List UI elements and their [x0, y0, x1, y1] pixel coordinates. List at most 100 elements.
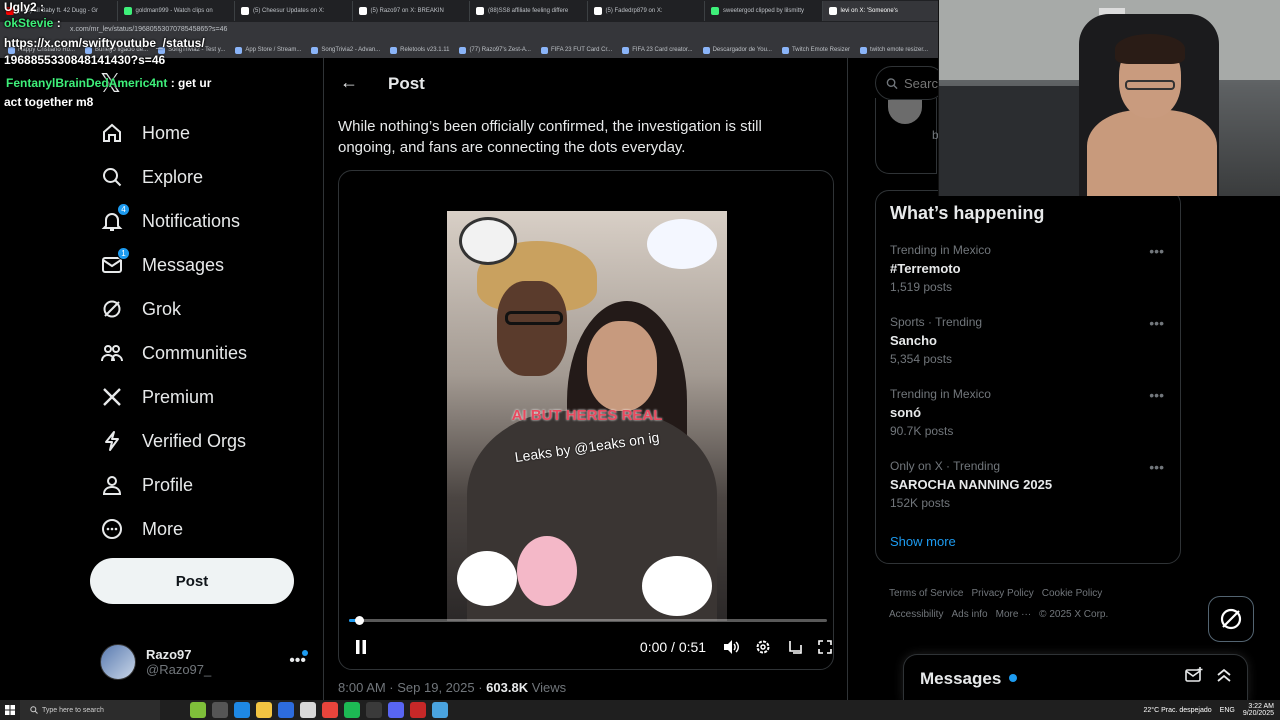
tweet-timestamp[interactable]: 8:00 AM · Sep 19, 2025 · [338, 680, 486, 695]
notification-dot [1009, 674, 1017, 682]
bookmark-item[interactable]: Descargador de You... [702, 46, 772, 54]
fullscreen-icon[interactable] [815, 635, 833, 659]
taskbar-search[interactable]: Type here to search [20, 700, 160, 720]
taskbar-apps [190, 702, 448, 718]
home-icon [100, 121, 124, 145]
taskbar-app-icon[interactable] [212, 702, 228, 718]
tweet-meta: 8:00 AM · Sep 19, 2025 · 603.8K Views [338, 680, 566, 695]
chevrons-up-icon[interactable] [1216, 667, 1232, 688]
grok-floating-button[interactable] [1208, 596, 1254, 642]
account-switcher[interactable]: Razo97 @Razo97_ ••• [100, 642, 310, 682]
taskbar-app-icon[interactable] [278, 702, 294, 718]
browser-tab[interactable]: goldman999 - Watch clips on [118, 1, 235, 21]
bookmark-item[interactable]: FIFA 23 FUT Card Cr... [540, 46, 613, 54]
clock[interactable]: 3:22 AM 9/20/2025 [1243, 703, 1274, 717]
avatar[interactable] [888, 100, 922, 124]
url-text[interactable]: x.com/mr_lev/status/1968055307078545865?… [70, 26, 227, 33]
nav-item-messages[interactable]: 1 Messages [100, 243, 310, 287]
browser-tab[interactable]: (88)SS8 affiliate feeling differe [470, 1, 588, 21]
footer-link[interactable]: Ads info [951, 609, 987, 620]
more-dots-icon[interactable]: ••• [1149, 387, 1164, 403]
taskbar-app-icon[interactable] [366, 702, 382, 718]
messages-drawer[interactable]: Messages [903, 654, 1248, 702]
language-indicator[interactable]: ENG [1220, 707, 1235, 714]
back-arrow-icon[interactable]: ← [340, 72, 358, 93]
video-progress-bar[interactable] [349, 616, 827, 625]
nav-item-verified-orgs[interactable]: Verified Orgs [100, 419, 310, 463]
bookmark-item[interactable]: Twitch Emote Resizer [781, 46, 850, 54]
browser-tab[interactable]: (5) Fadedrp879 on X: [588, 1, 705, 21]
nav-item-profile[interactable]: Profile [100, 463, 310, 507]
nav-item-communities[interactable]: Communities [100, 331, 310, 375]
trend-item[interactable]: Trending in Mexico #Terremoto 1,519 posts •… [890, 243, 1170, 309]
chrome-icon[interactable] [322, 702, 338, 718]
bookmark-item[interactable]: SongTrivia2 - Advan... [311, 46, 380, 54]
video-progress-knob[interactable] [354, 616, 364, 625]
discord-icon[interactable] [388, 702, 404, 718]
bookmark-item[interactable]: Reletools v23.1.11 [390, 46, 449, 54]
video-player[interactable]: AI BUT HERES REAL Leaks by @1eaks on ig … [338, 170, 834, 670]
bookmark-favicon-icon [702, 46, 710, 54]
video-time: 0:00 / 0:51 [639, 639, 707, 655]
trend-item[interactable]: Sports · Trending Sancho 5,354 posts ••• [890, 315, 1170, 381]
footer-link[interactable]: Privacy Policy [971, 588, 1033, 599]
new-message-icon[interactable] [1185, 667, 1203, 688]
search-icon [886, 77, 898, 89]
taskbar-app-icon[interactable] [410, 702, 426, 718]
nav-item-notifications[interactable]: 4 Notifications [100, 199, 310, 243]
video-frame[interactable]: AI BUT HERES REAL Leaks by @1eaks on ig [447, 211, 727, 621]
tab-label: levi on X: 'Someone's [840, 8, 898, 14]
nav-item-label: Profile [142, 474, 194, 495]
footer-link[interactable]: Cookie Policy [1042, 588, 1103, 599]
nav-item-label: Premium [142, 386, 215, 407]
bookmark-item[interactable]: (77) Razo97's Zest-A... [459, 46, 531, 54]
trend-item[interactable]: Trending in Mexico sonó 90.7K posts ••• [890, 387, 1170, 453]
browser-tab[interactable]: levi on X: 'Someone's [822, 1, 940, 21]
sticker [642, 556, 712, 616]
settings-gear-icon[interactable] [753, 635, 773, 659]
bookmark-label: FIFA 23 FUT Card Cr... [550, 47, 613, 53]
search-icon [30, 706, 38, 714]
show-more-link[interactable]: Show more [890, 534, 956, 549]
browser-tab[interactable]: (5) Razo97 on X: BREAKIN [353, 1, 470, 21]
bookmark-item[interactable]: FIFA 23 Card creator... [622, 46, 693, 54]
folder-icon[interactable] [256, 702, 272, 718]
nav-item-grok[interactable]: Grok [100, 287, 310, 331]
more-dots-icon[interactable]: ••• [1149, 459, 1164, 475]
windows-start-icon[interactable] [0, 700, 20, 720]
spotify-icon[interactable] [344, 702, 360, 718]
browser-tab[interactable]: sweetergod clipped by lilsmitty [705, 1, 823, 21]
nav-item-premium[interactable]: Premium [100, 375, 310, 419]
nav-item-more[interactable]: More [100, 507, 310, 551]
edge-icon[interactable] [234, 702, 250, 718]
bookmark-favicon-icon [311, 46, 319, 54]
nav-item-explore[interactable]: Explore [100, 155, 310, 199]
bookmark-item[interactable]: twitch emote resizer... [859, 46, 928, 54]
nav-item-home[interactable]: Home [100, 111, 310, 155]
taskbar-app-icon[interactable] [300, 702, 316, 718]
system-tray: 22°C Prac. despejado ENG 3:22 AM 9/20/20… [1143, 703, 1274, 717]
more-dots-icon[interactable]: ••• [1149, 243, 1164, 259]
trend-item[interactable]: Only on X · Trending SAROCHA NANNING 2025… [890, 459, 1170, 525]
taskbar-app-icon[interactable] [190, 702, 206, 718]
footer-link[interactable]: More ··· [996, 609, 1032, 620]
footer-link[interactable]: © 2025 X Corp. [1039, 609, 1108, 620]
tab-favicon-icon [123, 7, 132, 15]
browser-tab[interactable]: (5) Cheesur Updates on X: [235, 1, 353, 21]
tab-favicon-icon [828, 7, 837, 15]
post-button[interactable]: Post [90, 558, 294, 604]
taskbar-app-icon[interactable] [432, 702, 448, 718]
pause-icon[interactable] [351, 635, 371, 659]
search-box[interactable] [875, 66, 945, 100]
bookmark-item[interactable]: App Store / Stream... [235, 46, 301, 54]
bookmark-favicon-icon [859, 46, 867, 54]
picture-in-picture-icon[interactable] [785, 635, 805, 659]
nav-item-label: Notifications [142, 210, 241, 231]
footer-link[interactable]: Accessibility [889, 609, 943, 620]
weather-text[interactable]: 22°C Prac. despejado [1143, 707, 1211, 714]
tab-label: goldman999 - Watch clips on [135, 8, 213, 14]
trend-name: SAROCHA NANNING 2025 [890, 477, 1053, 492]
more-dots-icon[interactable]: ••• [1149, 315, 1164, 331]
volume-icon[interactable] [721, 635, 741, 659]
footer-link[interactable]: Terms of Service [889, 588, 963, 599]
